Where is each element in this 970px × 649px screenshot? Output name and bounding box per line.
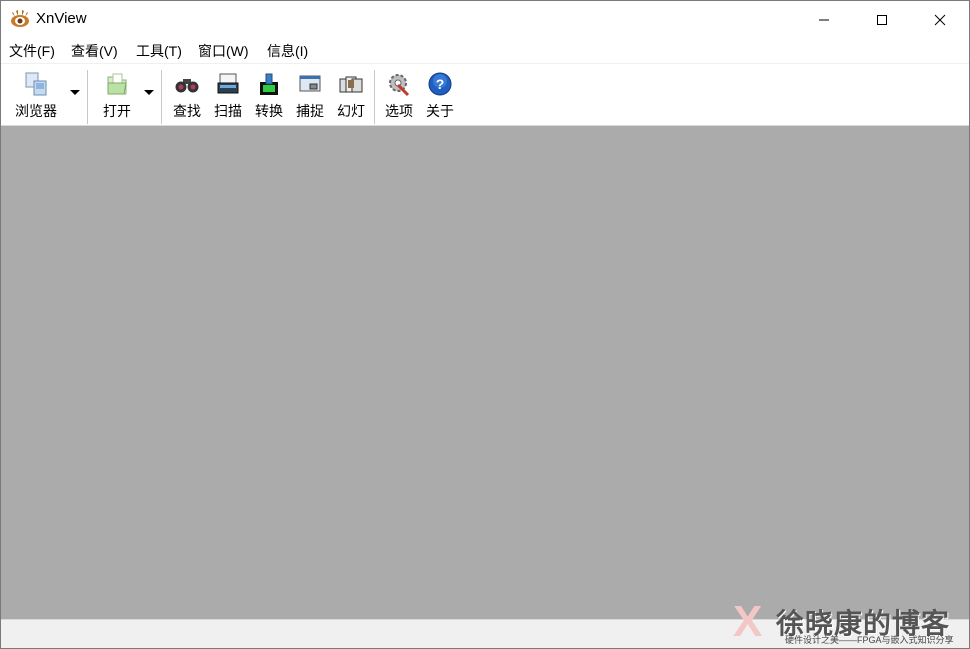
scan-button[interactable]: 扫描 [212, 70, 244, 122]
blog-watermark: X 徐晓康的博客 硬件设计之美——FPGA与嵌入式知识分享 [733, 600, 970, 649]
toolbar-separator [374, 70, 375, 124]
menu-tools[interactable]: 工具(T) [136, 41, 182, 61]
app-window: XnView 文件(F) 查看(V) 工具(T) 窗口(W) 信息(I) 浏览器… [0, 0, 970, 649]
slideshow-label: 幻灯 [337, 103, 365, 119]
open-folder-icon [107, 73, 127, 95]
window-title: XnView [36, 10, 87, 27]
about-button[interactable]: ? 关于 [424, 70, 456, 122]
slideshow-icon [339, 76, 363, 93]
toolbar-separator [87, 70, 88, 124]
scan-label: 扫描 [214, 103, 242, 119]
minimize-button[interactable] [795, 1, 853, 38]
browser-label: 浏览器 [15, 103, 57, 119]
menu-bar: 文件(F) 查看(V) 工具(T) 窗口(W) 信息(I) [1, 38, 969, 63]
open-label: 打开 [103, 103, 131, 119]
screen-capture-icon [299, 75, 321, 92]
open-dropdown-arrow[interactable] [144, 90, 154, 95]
help-icon: ? [428, 72, 452, 96]
toolbar-separator [161, 70, 162, 124]
browser-button[interactable]: 浏览器 [11, 70, 61, 122]
svg-text:?: ? [436, 76, 445, 92]
open-button[interactable]: 打开 [97, 70, 137, 122]
convert-button[interactable]: 转换 [253, 70, 285, 122]
watermark-logo: X [733, 597, 763, 646]
menu-window[interactable]: 窗口(W) [198, 41, 249, 61]
about-label: 关于 [426, 103, 454, 119]
convert-label: 转换 [255, 103, 283, 119]
close-icon [934, 14, 946, 25]
maximize-button[interactable] [853, 1, 911, 38]
toolbar: 浏览器 打开 查找 扫描 转换 捕捉 幻灯 选项 ? 关于 [1, 63, 969, 127]
slideshow-button[interactable]: 幻灯 [335, 70, 367, 122]
browser-dropdown-arrow[interactable] [70, 90, 80, 95]
convert-icon [260, 73, 278, 95]
binoculars-icon [175, 79, 199, 93]
gear-wrench-icon [389, 74, 410, 97]
title-bar[interactable]: XnView [1, 1, 969, 38]
options-button[interactable]: 选项 [383, 70, 415, 122]
capture-button[interactable]: 捕捉 [294, 70, 326, 122]
minimize-icon [819, 19, 829, 20]
close-button[interactable] [911, 1, 969, 38]
maximize-icon [877, 14, 887, 25]
find-button[interactable]: 查找 [171, 70, 203, 122]
browser-icon [25, 72, 47, 96]
options-label: 选项 [385, 103, 413, 119]
workspace-area[interactable] [1, 126, 969, 619]
xnview-logo-icon [11, 10, 29, 27]
menu-file[interactable]: 文件(F) [9, 41, 55, 61]
find-label: 查找 [173, 103, 201, 119]
capture-label: 捕捉 [296, 103, 324, 119]
scanner-icon [217, 73, 239, 94]
watermark-subtitle: 硬件设计之美——FPGA与嵌入式知识分享 [785, 635, 954, 645]
menu-view[interactable]: 查看(V) [71, 41, 118, 61]
menu-info[interactable]: 信息(I) [267, 41, 308, 61]
